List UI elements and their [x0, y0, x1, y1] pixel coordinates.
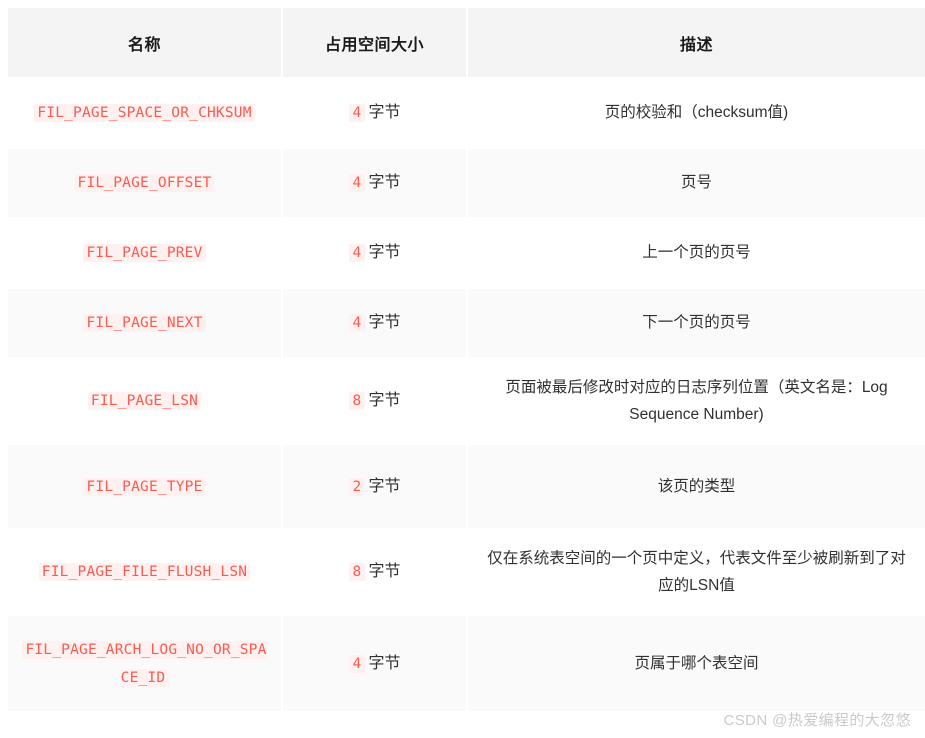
- table-row: FIL_PAGE_PREV 4 字节 上一个页的页号: [8, 219, 925, 289]
- cell-description: 上一个页的页号: [468, 219, 925, 289]
- field-size-value: 4: [348, 654, 366, 673]
- field-name-code: FIL_PAGE_FILE_FLUSH_LSN: [38, 563, 251, 582]
- table-row: FIL_PAGE_NEXT 4 字节 下一个页的页号: [8, 289, 925, 359]
- field-description: 仅在系统表空间的一个页中定义，代表文件至少被刷新到了对应的LSN值: [487, 549, 906, 594]
- field-size-value: 4: [348, 104, 366, 122]
- field-description: 页属于哪个表空间: [634, 654, 759, 672]
- cell-name: FIL_PAGE_PREV: [8, 219, 283, 289]
- table-row: FIL_PAGE_OFFSET 4 字节 页号: [8, 149, 925, 219]
- cell-size: 4 字节: [283, 219, 468, 289]
- cell-name: FIL_PAGE_NEXT: [8, 289, 283, 359]
- field-size-value: 2: [348, 477, 366, 496]
- cell-description: 页号: [468, 149, 925, 219]
- field-description: 该页的类型: [657, 477, 736, 495]
- field-size-unit: 字节: [368, 104, 401, 121]
- cell-description: 页面被最后修改时对应的日志序列位置（英文名是：Log Sequence Numb…: [468, 359, 925, 445]
- field-size-unit: 字节: [368, 244, 401, 261]
- field-size-value: 8: [348, 563, 366, 581]
- table-row: FIL_PAGE_TYPE 2 字节 该页的类型: [8, 445, 925, 530]
- field-name-code: FIL_PAGE_OFFSET: [74, 174, 215, 193]
- table-body: FIL_PAGE_SPACE_OR_CHKSUM 4 字节 页的校验和（check…: [8, 79, 925, 711]
- column-header-description: 描述: [468, 8, 925, 79]
- page-header-fields-table: 名称 占用空间大小 描述 FIL_PAGE_SPACE_OR_CHKSUM 4字…: [8, 8, 925, 711]
- table-container: 名称 占用空间大小 描述 FIL_PAGE_SPACE_OR_CHKSUM 4字…: [8, 8, 925, 711]
- field-name-code: FIL_PAGE_ARCH_LOG_NO_OR_SPACE_ID: [22, 640, 267, 687]
- cell-name: FIL_PAGE_LSN: [8, 359, 283, 445]
- cell-name: FIL_PAGE_ARCH_LOG_NO_OR_SPACE_ID: [8, 616, 283, 711]
- table-row: FIL_PAGE_FILE_FLUSH_LSN 8 字节 仅在系统表空间的一个页中…: [8, 530, 925, 616]
- field-name-code: FIL_PAGE_NEXT: [83, 314, 206, 333]
- field-size-unit: 字节: [368, 477, 401, 495]
- field-description: 页面被最后修改时对应的日志序列位置（英文名是：Log Sequence Numb…: [505, 378, 888, 423]
- cell-size: 8 字节: [283, 530, 468, 616]
- cell-name: FIL_PAGE_OFFSET: [8, 149, 283, 219]
- cell-size: 4 字节: [283, 79, 468, 149]
- cell-size: 4 字节: [283, 616, 468, 711]
- cell-size: 2 字节: [283, 445, 468, 530]
- field-size-value: 4: [348, 244, 366, 262]
- table-row: FIL_PAGE_SPACE_OR_CHKSUM 4 字节 页的校验和（check…: [8, 79, 925, 149]
- field-name-code: FIL_PAGE_SPACE_OR_CHKSUM: [34, 104, 255, 123]
- field-size-unit: 字节: [368, 654, 401, 672]
- cell-description: 下一个页的页号: [468, 289, 925, 359]
- column-header-name: 名称: [8, 8, 283, 79]
- column-header-size: 占用空间大小: [283, 8, 468, 79]
- cell-name: FIL_PAGE_FILE_FLUSH_LSN: [8, 530, 283, 616]
- cell-description: 仅在系统表空间的一个页中定义，代表文件至少被刷新到了对应的LSN值: [468, 530, 925, 616]
- field-name-code: FIL_PAGE_LSN: [87, 392, 202, 411]
- field-size-unit: 字节: [368, 563, 401, 580]
- cell-size: 8 字节: [283, 359, 468, 445]
- csdn-watermark: CSDN @热爱编程的大忽悠: [723, 712, 911, 729]
- field-description: 页号: [680, 174, 712, 192]
- cell-name: FIL_PAGE_SPACE_OR_CHKSUM: [8, 79, 283, 149]
- cell-description: 页的校验和（checksum值): [468, 79, 925, 149]
- cell-description: 页属于哪个表空间: [468, 616, 925, 711]
- field-name-code: FIL_PAGE_PREV: [83, 244, 206, 263]
- field-size-unit: 字节: [368, 314, 401, 331]
- field-size-value: 8: [348, 392, 366, 410]
- page-root: 名称 占用空间大小 描述 FIL_PAGE_SPACE_OR_CHKSUM 4字…: [0, 0, 925, 738]
- field-description: 下一个页的页号: [642, 314, 751, 332]
- cell-description: 该页的类型: [468, 445, 925, 530]
- table-row: FIL_PAGE_ARCH_LOG_NO_OR_SPACE_ID 4 字节 页属于…: [8, 616, 925, 711]
- field-description: 页的校验和（checksum值): [604, 104, 789, 122]
- field-size-unit: 字节: [368, 392, 401, 409]
- field-size-value: 4: [348, 174, 366, 192]
- cell-size: 4 字节: [283, 149, 468, 219]
- field-name-code: FIL_PAGE_TYPE: [83, 477, 206, 496]
- field-description: 上一个页的页号: [642, 244, 751, 262]
- table-header-row: 名称 占用空间大小 描述: [8, 8, 925, 79]
- field-size-value: 4: [348, 314, 366, 332]
- table-row: FIL_PAGE_LSN 8 字节 页面被最后修改时对应的日志序列位置（英文名是：…: [8, 359, 925, 445]
- cell-size: 4 字节: [283, 289, 468, 359]
- cell-name: FIL_PAGE_TYPE: [8, 445, 283, 530]
- table-header: 名称 占用空间大小 描述: [8, 8, 925, 79]
- field-size-unit: 字节: [368, 174, 401, 191]
